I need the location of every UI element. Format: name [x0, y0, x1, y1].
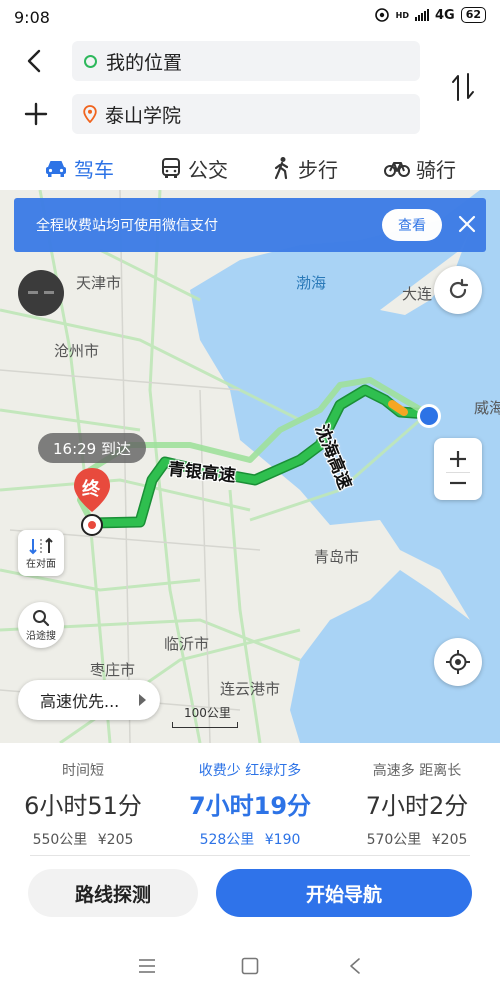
add-waypoint-icon[interactable]: [22, 99, 50, 129]
arrival-time-bubble: 16:29 到达: [38, 433, 146, 463]
status-bar: 9:08 HD 4G 62: [0, 0, 500, 34]
route-option-meta: 528公里 ¥190: [167, 829, 333, 849]
map-label-qingdao: 青岛市: [314, 548, 360, 566]
tab-walk[interactable]: 步行: [272, 148, 338, 188]
route-options: 时间短 6小时51分 550公里 ¥205 收费少 红绿灯多 7小时19分 52…: [0, 743, 500, 853]
route-option-distance: 570公里: [366, 832, 422, 848]
along-search-button[interactable]: 沿途搜: [18, 602, 64, 648]
banner-text: 全程收费站均可使用微信支付: [36, 218, 218, 234]
opposite-side-label: 在对面: [26, 558, 56, 570]
map-label-lianyungang: 连云港市: [220, 680, 281, 698]
swap-route-icon[interactable]: [448, 70, 478, 104]
route-preference-text: 高速优先...: [40, 692, 120, 711]
zoom-in-icon[interactable]: [447, 448, 469, 470]
route-option-tag: 高速多 距离长: [372, 763, 462, 779]
tab-transit[interactable]: 公交: [160, 148, 228, 188]
opposite-side-icon: [29, 537, 53, 554]
current-location-marker: [417, 404, 441, 428]
tab-drive-label: 驾车: [74, 157, 114, 182]
start-navigation-button[interactable]: 开始导航: [216, 869, 472, 917]
destination-field[interactable]: 泰山学院: [72, 94, 420, 134]
route-option-meta: 570公里 ¥205: [334, 829, 500, 849]
locate-icon: [446, 650, 470, 674]
map-label-weihai: 威海: [474, 399, 500, 417]
bus-icon: [162, 158, 180, 178]
route-option-duration: 7小时19分: [188, 792, 312, 820]
map-label-linyi: 临沂市: [164, 635, 210, 653]
route-option-2[interactable]: 收费少 红绿灯多 7小时19分 528公里 ¥190: [167, 743, 333, 849]
route-option-3[interactable]: 高速多 距离长 7小时2分 570公里 ¥205: [334, 743, 500, 849]
payment-banner: 全程收费站均可使用微信支付 查看: [14, 198, 486, 252]
banner-view-button[interactable]: 查看: [382, 209, 442, 241]
menu-icon[interactable]: [138, 958, 156, 974]
status-time: 9:08: [14, 8, 50, 27]
route-option-tag: 收费少 红绿灯多: [198, 763, 302, 779]
route-option-distance: 550公里: [32, 832, 88, 848]
search-icon: [33, 609, 50, 626]
signal-icon: [414, 9, 429, 21]
route-probe-button[interactable]: 路线探测: [28, 869, 198, 917]
route-option-duration: 6小时51分: [24, 792, 142, 820]
map-label-dalian: 大连: [402, 285, 433, 303]
start-location-field[interactable]: 我的位置: [72, 41, 420, 81]
map-label-zaozhuang: 枣庄市: [90, 661, 136, 679]
zoom-control: [434, 438, 482, 500]
tab-bike[interactable]: 骑行: [384, 148, 456, 188]
travel-mode-tabs: 驾车 公交 步行 骑行: [0, 148, 500, 188]
start-location-text: 我的位置: [106, 51, 183, 74]
zoom-out-icon[interactable]: [447, 475, 469, 491]
route-option-tag: 时间短: [62, 763, 104, 779]
divider: [30, 855, 470, 856]
hotspot-icon: [374, 8, 389, 22]
start-dot-icon: [84, 54, 97, 68]
home-icon[interactable]: [241, 957, 259, 975]
avatar-face-icon: [28, 291, 54, 294]
route-option-distance: 528公里: [199, 832, 255, 848]
route-option-fee: ¥190: [264, 832, 301, 848]
tab-walk-label: 步行: [298, 157, 338, 182]
avatar[interactable]: [18, 270, 64, 316]
route-option-1[interactable]: 时间短 6小时51分 550公里 ¥205: [0, 743, 166, 849]
along-search-label: 沿途搜: [26, 630, 56, 642]
battery-icon: 62: [460, 7, 486, 23]
map-label-tianjin: 天津市: [76, 274, 122, 292]
route-option-fee: ¥205: [431, 832, 468, 848]
tab-drive[interactable]: 驾车: [44, 148, 114, 188]
destination-text: 泰山学院: [105, 104, 182, 127]
arrival-time-text: 16:29 到达: [53, 439, 131, 458]
route-option-meta: 550公里 ¥205: [0, 829, 166, 849]
back-arrow-icon[interactable]: [20, 46, 48, 76]
map-label-cangzhou: 沧州市: [54, 342, 100, 360]
map-label-bohai: 渤海: [296, 274, 327, 292]
bike-icon: [384, 162, 410, 177]
network-type: 4G: [434, 7, 455, 23]
car-icon: [46, 161, 66, 177]
route-option-fee: ¥205: [97, 832, 134, 848]
route-option-duration: 7小时2分: [365, 792, 469, 820]
route-preference-button[interactable]: 高速优先...: [18, 680, 160, 720]
zoom-divider: [446, 471, 470, 473]
walk-icon: [274, 157, 289, 180]
back-icon[interactable]: [348, 957, 362, 975]
map-scale-bar: [172, 722, 238, 728]
map-view[interactable]: 全程收费站均可使用微信支付 查看 天津市 沧州市 渤海 大连 威海 青岛市 临沂…: [0, 190, 500, 743]
opposite-side-button[interactable]: 在对面: [18, 530, 64, 576]
refresh-route-button[interactable]: [434, 266, 482, 314]
locate-button[interactable]: [434, 638, 482, 686]
map-scale-text: 100公里: [184, 706, 231, 720]
tab-transit-label: 公交: [188, 157, 228, 182]
refresh-icon: [449, 278, 469, 299]
map-scale: 100公里: [172, 704, 238, 728]
play-arrow-icon: [139, 694, 146, 706]
destination-pin-icon: [83, 105, 97, 123]
tab-bike-label: 骑行: [416, 157, 456, 182]
hd-text: HD: [395, 10, 409, 20]
system-nav-bar: [0, 936, 500, 1000]
banner-close-icon[interactable]: [456, 213, 478, 235]
status-icons: HD 4G 62: [374, 7, 486, 23]
end-marker-text: 终: [82, 479, 100, 500]
